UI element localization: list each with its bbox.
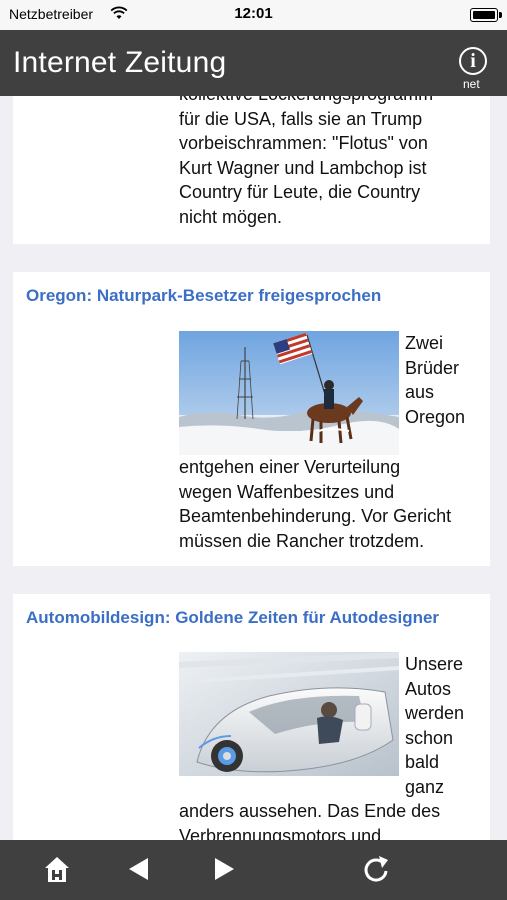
text-line: entgehen einer Verurteilung	[179, 457, 401, 477]
battery-icon	[470, 8, 502, 22]
article-side-text: Unsere Autos werden schon bald ganz	[405, 652, 464, 799]
text-line: Autos	[405, 678, 452, 699]
text-line: wegen Waffenbesitzes und	[179, 481, 395, 502]
back-arrow-icon[interactable]	[122, 852, 156, 886]
text-line: Oregon	[405, 406, 466, 427]
nav-bar: Internet Zeitung i net	[0, 30, 507, 96]
article-image[interactable]	[179, 652, 399, 776]
text-line: Beamtenbehinderung. Vor Gericht	[179, 506, 452, 526]
home-icon[interactable]	[40, 852, 74, 886]
info-caption: net	[463, 77, 480, 91]
text-line: schon	[405, 727, 454, 748]
text-line: anders aussehen. Das Ende des	[179, 801, 441, 821]
clock: 12:01	[234, 5, 273, 22]
article-list[interactable]: kollektive Lockerungsprogramm für die US…	[0, 96, 507, 840]
text-line: Country für Leute, die Country	[179, 182, 421, 202]
app-title: Internet Zeitung	[13, 46, 227, 79]
text-line: für die USA, falls sie an Trump	[179, 108, 423, 129]
article-card[interactable]: Automobildesign: Goldene Zeiten für Auto…	[13, 594, 490, 840]
article-image[interactable]	[179, 331, 399, 455]
text-line: bald	[405, 752, 440, 772]
bottom-toolbar	[0, 840, 507, 900]
reload-icon[interactable]	[359, 852, 393, 886]
article-headline[interactable]: Automobildesign: Goldene Zeiten für Auto…	[26, 608, 439, 628]
article-card[interactable]: Oregon: Naturpark-Besetzer freigesproche…	[13, 272, 490, 566]
text-line: Verbrennungsmotors und	[179, 825, 382, 841]
text-line: Zwei	[405, 333, 444, 353]
text-line: müssen die Rancher trotzdem.	[179, 530, 425, 551]
forward-arrow-icon[interactable]	[207, 852, 241, 886]
text-line: werden	[405, 703, 465, 723]
text-line: nicht mögen.	[179, 206, 283, 227]
text-line: Unsere	[405, 654, 464, 674]
text-line: Kurt Wagner und Lambchop ist	[179, 157, 427, 178]
info-circle-icon[interactable]: i	[459, 47, 487, 75]
text-line: Brüder	[405, 357, 460, 378]
article-text: kollektive Lockerungsprogramm für die US…	[179, 96, 433, 229]
text-line: vorbeischrammen: "Flotus" von	[179, 133, 428, 153]
article-headline[interactable]: Oregon: Naturpark-Besetzer freigesproche…	[26, 286, 381, 306]
article-text: anders aussehen. Das Ende des Verbrennun…	[179, 799, 440, 840]
article-card[interactable]: kollektive Lockerungsprogramm für die US…	[13, 96, 490, 244]
text-line: kollektive Lockerungsprogramm	[179, 96, 433, 107]
status-bar: Netzbetreiber 12:01	[0, 0, 507, 30]
text-line: ganz	[405, 776, 445, 797]
article-side-text: Zwei Brüder aus Oregon	[405, 331, 465, 429]
text-line: aus	[405, 382, 435, 402]
article-text: entgehen einer Verurteilung wegen Waffen…	[179, 455, 451, 553]
